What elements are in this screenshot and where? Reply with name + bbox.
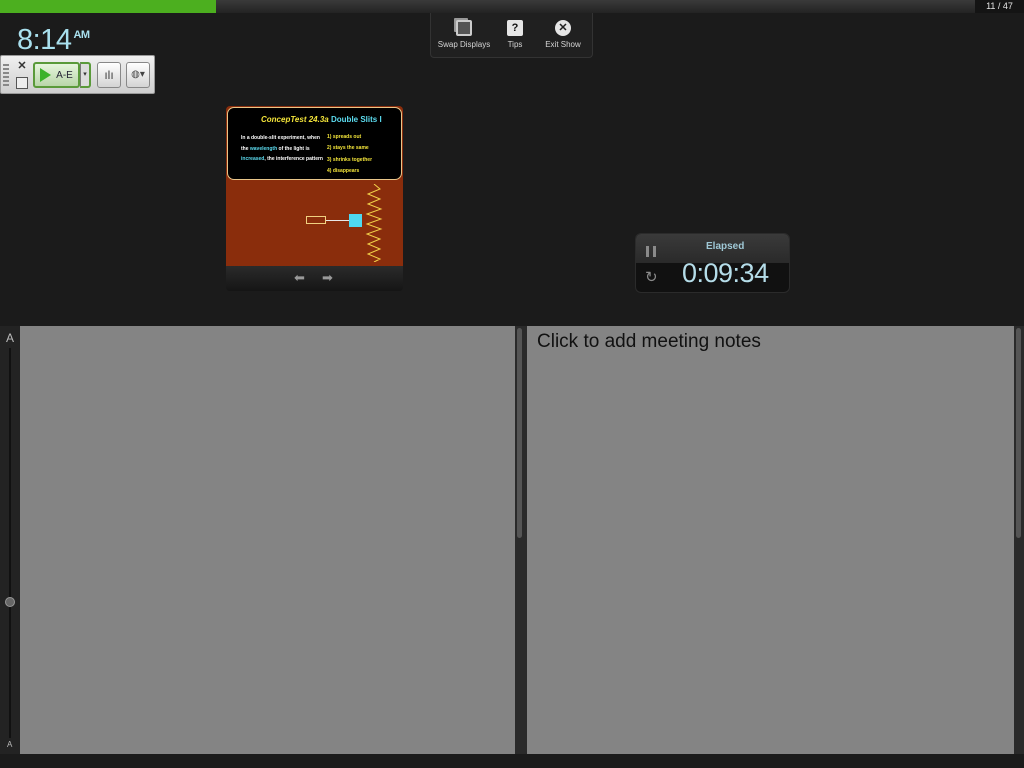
floating-toolbar: ✕ A-E ▾ ılı ◍▾ <box>0 55 155 94</box>
poll-dropdown-button[interactable]: ▾ <box>80 62 91 88</box>
swap-displays-icon <box>456 20 472 36</box>
toolbar-drag-handle[interactable] <box>3 64 9 86</box>
timer-value: 0:09:34 <box>682 258 769 288</box>
elapsed-timer: Elapsed ↻ 0:09:34 <box>635 233 790 293</box>
question-text: , the interference pattern <box>264 156 323 162</box>
scrollbar-thumb[interactable] <box>1016 328 1021 538</box>
exit-show-label: Exit Show <box>545 40 581 49</box>
answer-option: 4) disappears <box>327 167 360 174</box>
reset-icon[interactable]: ↻ <box>645 268 658 286</box>
interference-pattern-diagram <box>365 184 383 262</box>
globe-menu-button[interactable]: ◍▾ <box>126 62 150 88</box>
slide-counter: 11 / 47 <box>975 0 1024 13</box>
slide-subtitle: Double Slits I <box>331 115 382 124</box>
meeting-notes-placeholder[interactable]: Click to add meeting notes <box>537 331 761 353</box>
question-highlight: wavelength <box>249 145 278 152</box>
next-slide-icon[interactable]: ➡ <box>322 270 333 286</box>
light-beam-diagram <box>326 220 350 221</box>
start-poll-button[interactable]: A-E <box>33 62 80 88</box>
exit-show-button[interactable]: ✕ Exit Show <box>536 17 590 57</box>
font-size-large-label: A <box>6 331 15 345</box>
tips-label: Tips <box>507 40 523 49</box>
close-icon[interactable]: ✕ <box>16 60 28 72</box>
clock-time: 8:14 <box>17 24 72 56</box>
pane-scrollbar[interactable] <box>515 326 527 754</box>
presenter-menu: Swap Displays ? Tips ✕ Exit Show <box>430 13 593 58</box>
font-size-slider[interactable]: A A <box>0 326 20 754</box>
question-text: of the light is <box>277 145 310 152</box>
font-size-knob[interactable] <box>5 597 15 607</box>
tips-icon: ? <box>507 20 523 36</box>
slide-progress-fill <box>0 0 217 13</box>
current-time: 8:14 AM <box>17 24 90 57</box>
double-slit-diagram <box>349 214 362 227</box>
clock-ampm: AM <box>73 29 90 42</box>
answer-option: 1) spreads out <box>327 134 362 140</box>
scrollbar-thumb[interactable] <box>517 328 522 538</box>
swap-displays-button[interactable]: Swap Displays <box>437 17 491 57</box>
tips-button[interactable]: ? Tips <box>488 17 542 57</box>
meeting-notes-pane[interactable]: Click to add meeting notes <box>527 326 1014 754</box>
timer-label: Elapsed <box>706 241 745 252</box>
results-chart-button[interactable]: ılı <box>97 62 121 88</box>
font-size-small-label: A <box>7 740 13 749</box>
pause-icon[interactable] <box>646 246 656 257</box>
slide-answer-list: 1) spreads out 2) stays the same 3) shri… <box>327 132 372 177</box>
slide-navigation: ⬅ ➡ <box>226 266 403 291</box>
slide-thumbnail[interactable]: ConcepTest 24.3a Double Slits I In a dou… <box>226 106 403 266</box>
slide-header-box: ConcepTest 24.3a Double Slits I In a dou… <box>227 107 402 180</box>
answer-option: 2) stays the same <box>327 145 369 152</box>
exit-icon: ✕ <box>555 20 571 36</box>
copy-icon[interactable] <box>16 77 28 89</box>
question-highlight: increased <box>241 156 265 162</box>
laser-diagram <box>306 216 326 224</box>
poll-choices-label: A-E <box>56 69 73 81</box>
answer-option: 3) shrinks together <box>327 156 373 163</box>
previous-slide-icon[interactable]: ⬅ <box>294 270 305 286</box>
slide-question: In a double-slit experiment, when the wa… <box>241 133 325 165</box>
swap-displays-label: Swap Displays <box>437 40 491 49</box>
current-slide-preview: ConcepTest 24.3a Double Slits I In a dou… <box>226 106 403 291</box>
notes-scrollbar[interactable] <box>1014 326 1024 754</box>
bottom-bar <box>0 754 1024 768</box>
play-icon <box>40 68 52 82</box>
slide-title: ConcepTest 24.3a <box>261 115 329 124</box>
font-size-track[interactable] <box>9 348 11 738</box>
presenter-notes-pane[interactable] <box>20 326 515 754</box>
